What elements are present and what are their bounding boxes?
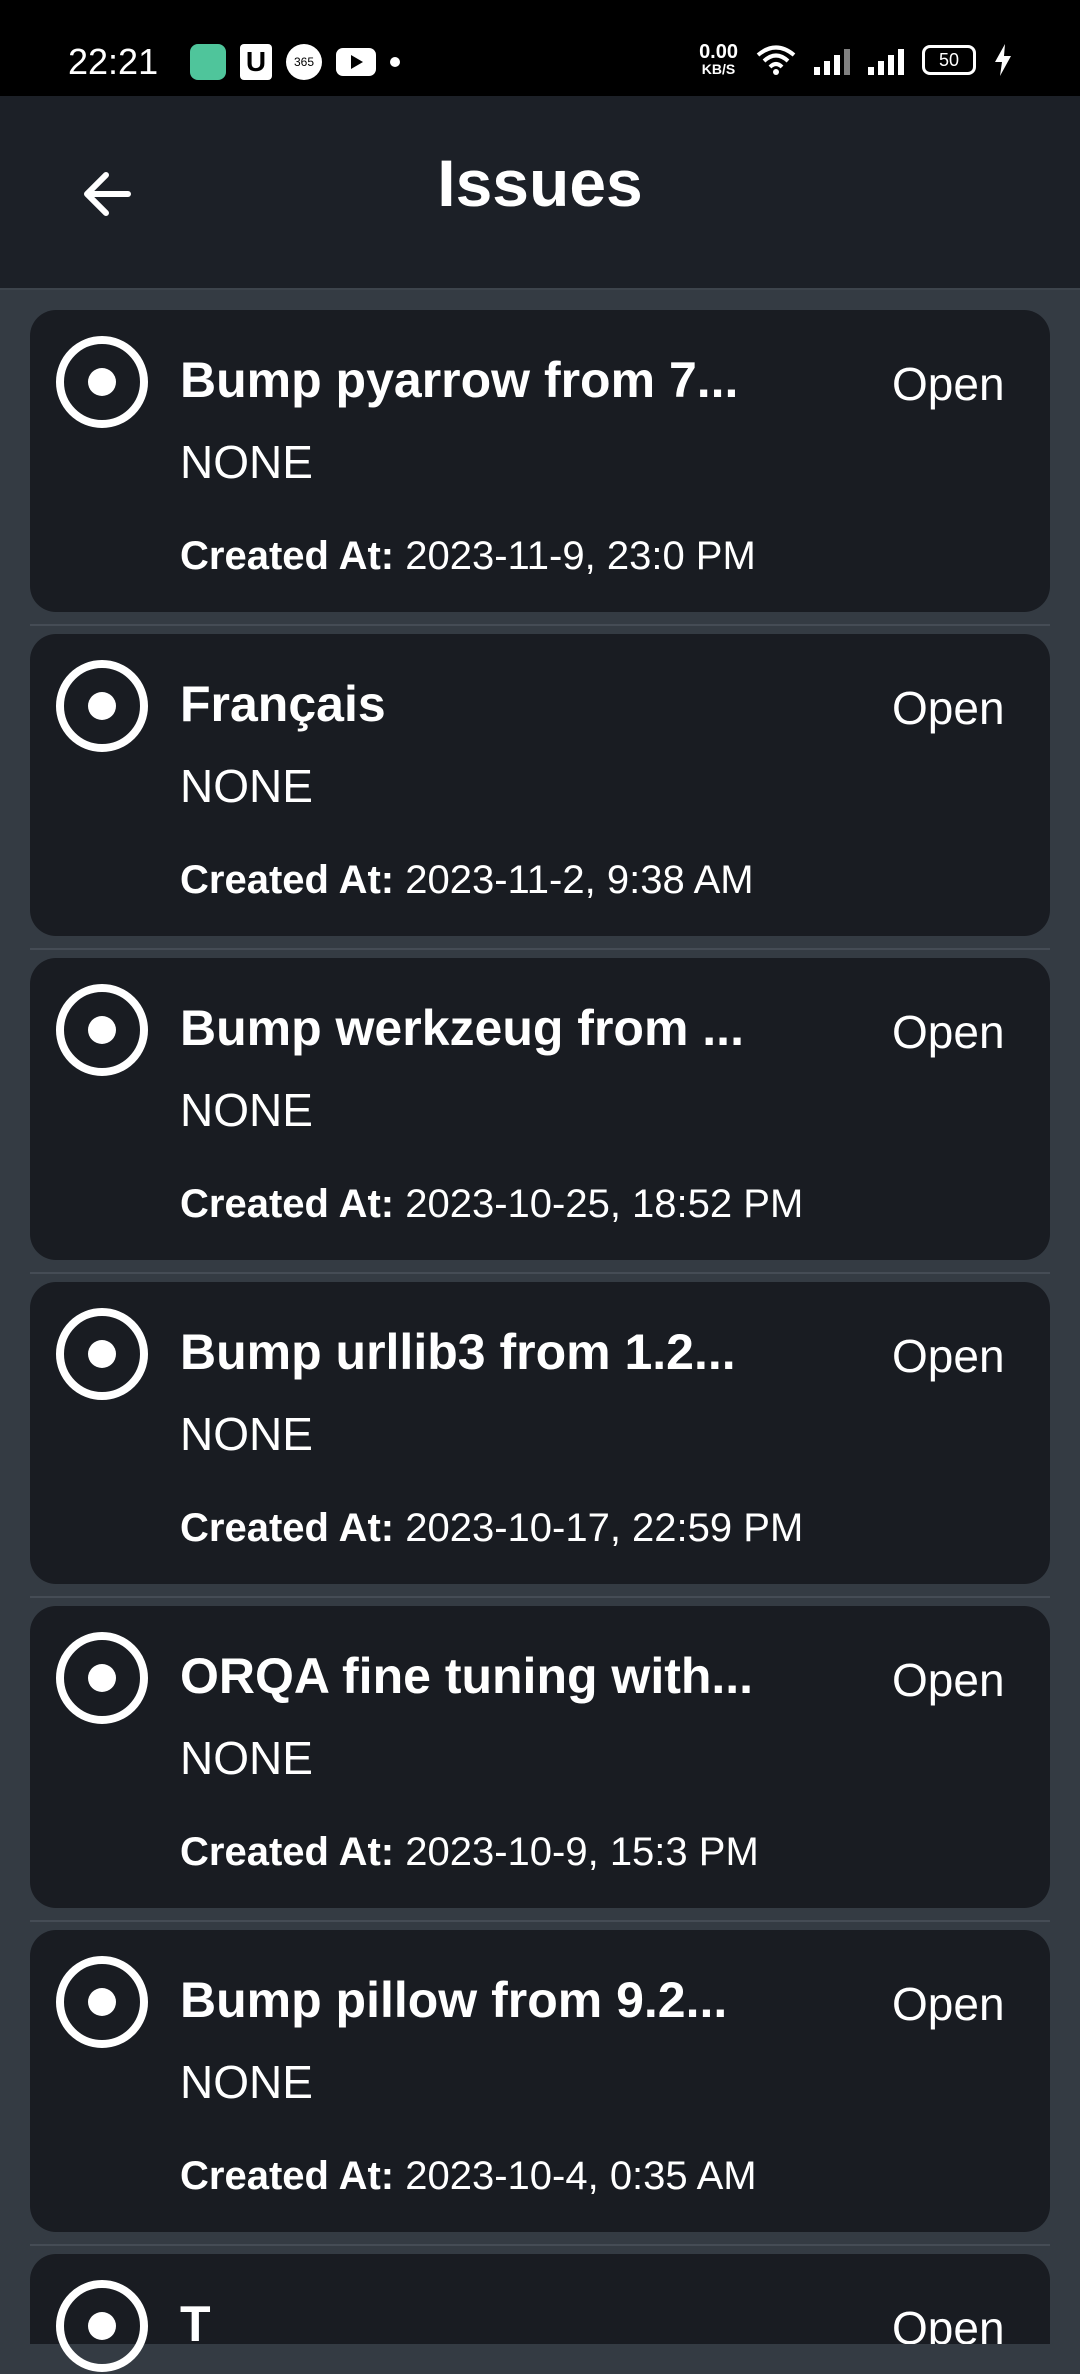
network-speed: 0.00 KB/S xyxy=(699,42,738,77)
issue-open-icon xyxy=(56,1956,148,2048)
signal-icon xyxy=(814,45,850,75)
network-speed-value: 0.00 xyxy=(699,41,738,63)
issue-card[interactable]: ORQA fine tuning with... Open NONE Creat… xyxy=(30,1606,1050,1908)
issue-created: Created At: 2023-10-4, 0:35 AM xyxy=(180,2152,757,2200)
issue-title: Bump urllib3 from 1.2... xyxy=(180,1324,736,1380)
issue-title: Bump pillow from 9.2... xyxy=(180,1972,728,2028)
divider xyxy=(30,1596,1050,1598)
u-app-notification-icon: U xyxy=(240,44,272,80)
signal-icon-2 xyxy=(868,45,904,75)
created-value: 2023-10-4, 0:35 AM xyxy=(394,2154,757,2198)
issue-card[interactable]: Bump urllib3 from 1.2... Open NONE Creat… xyxy=(30,1282,1050,1584)
issue-state: Open xyxy=(892,682,1005,734)
issue-open-icon xyxy=(56,984,148,1076)
issue-open-icon xyxy=(56,1308,148,1400)
issue-title: Bump pyarrow from 7... xyxy=(180,352,739,408)
youtube-notification-icon xyxy=(336,48,376,76)
issue-created: Created At: 2023-11-9, 23:0 PM xyxy=(180,532,756,580)
divider xyxy=(30,624,1050,626)
issue-title: T xyxy=(180,2296,211,2344)
issue-title: Bump werkzeug from ... xyxy=(180,1000,744,1056)
issue-created: Created At: 2023-10-25, 18:52 PM xyxy=(180,1180,803,1228)
issue-title: ORQA fine tuning with... xyxy=(180,1648,754,1704)
issue-card[interactable]: Bump pillow from 9.2... Open NONE Create… xyxy=(30,1930,1050,2232)
issue-state: Open xyxy=(892,2302,1005,2344)
issue-created: Created At: 2023-10-9, 15:3 PM xyxy=(180,1828,759,1876)
network-speed-unit: KB/S xyxy=(701,61,736,77)
divider xyxy=(30,948,1050,950)
issue-title: Français xyxy=(180,676,386,732)
issue-label: NONE xyxy=(180,760,313,812)
issue-state: Open xyxy=(892,1330,1005,1382)
issue-state: Open xyxy=(892,1654,1005,1706)
issue-created: Created At: 2023-11-2, 9:38 AM xyxy=(180,856,754,904)
issue-open-icon xyxy=(56,660,148,752)
created-value: 2023-10-9, 15:3 PM xyxy=(394,1830,759,1874)
status-time: 22:21 xyxy=(68,41,159,82)
status-bar: 22:21 U 365 0.00 KB/S 50 xyxy=(0,0,1080,96)
created-value: 2023-11-9, 23:0 PM xyxy=(394,534,756,578)
divider xyxy=(30,1272,1050,1274)
app-bar: Issues xyxy=(0,96,1080,290)
issue-card-partial[interactable]: T Open xyxy=(30,2254,1050,2372)
created-label: Created At: xyxy=(180,1506,395,1550)
divider xyxy=(30,1920,1050,1922)
created-label: Created At: xyxy=(180,858,395,902)
issue-created: Created At: 2023-10-17, 22:59 PM xyxy=(180,1504,803,1552)
issue-label: NONE xyxy=(180,1084,313,1136)
issue-open-icon xyxy=(56,1632,148,1724)
issue-state: Open xyxy=(892,1978,1005,2030)
issue-open-icon xyxy=(56,336,148,428)
more-notifications-icon xyxy=(390,57,400,67)
created-label: Created At: xyxy=(180,534,395,578)
notification-icons: U 365 xyxy=(190,44,400,80)
created-value: 2023-10-17, 22:59 PM xyxy=(394,1506,804,1550)
issue-label: NONE xyxy=(180,1732,313,1784)
app-notification-icon xyxy=(190,44,226,80)
issue-open-icon xyxy=(56,2280,148,2372)
issue-state: Open xyxy=(892,358,1005,410)
divider xyxy=(30,2244,1050,2246)
created-label: Created At: xyxy=(180,1182,395,1226)
page-title: Issues xyxy=(437,146,643,220)
created-value: 2023-11-2, 9:38 AM xyxy=(394,858,754,902)
battery-icon: 50 xyxy=(922,44,976,75)
issue-card[interactable]: Bump pyarrow from 7... Open NONE Created… xyxy=(30,310,1050,612)
app-365-notification-icon: 365 xyxy=(286,44,322,80)
issue-card[interactable]: Français Open NONE Created At: 2023-11-2… xyxy=(30,634,1050,936)
issue-label: NONE xyxy=(180,2056,313,2108)
charging-icon xyxy=(995,43,1011,76)
issue-state: Open xyxy=(892,1006,1005,1058)
wifi-icon xyxy=(756,45,796,75)
created-label: Created At: xyxy=(180,1830,395,1874)
issue-card[interactable]: Bump werkzeug from ... Open NONE Created… xyxy=(30,958,1050,1260)
created-value: 2023-10-25, 18:52 PM xyxy=(394,1182,804,1226)
status-indicators: 0.00 KB/S 50 xyxy=(699,42,1012,77)
issue-label: NONE xyxy=(180,1408,313,1460)
created-label: Created At: xyxy=(180,2154,395,2198)
issue-label: NONE xyxy=(180,436,313,488)
